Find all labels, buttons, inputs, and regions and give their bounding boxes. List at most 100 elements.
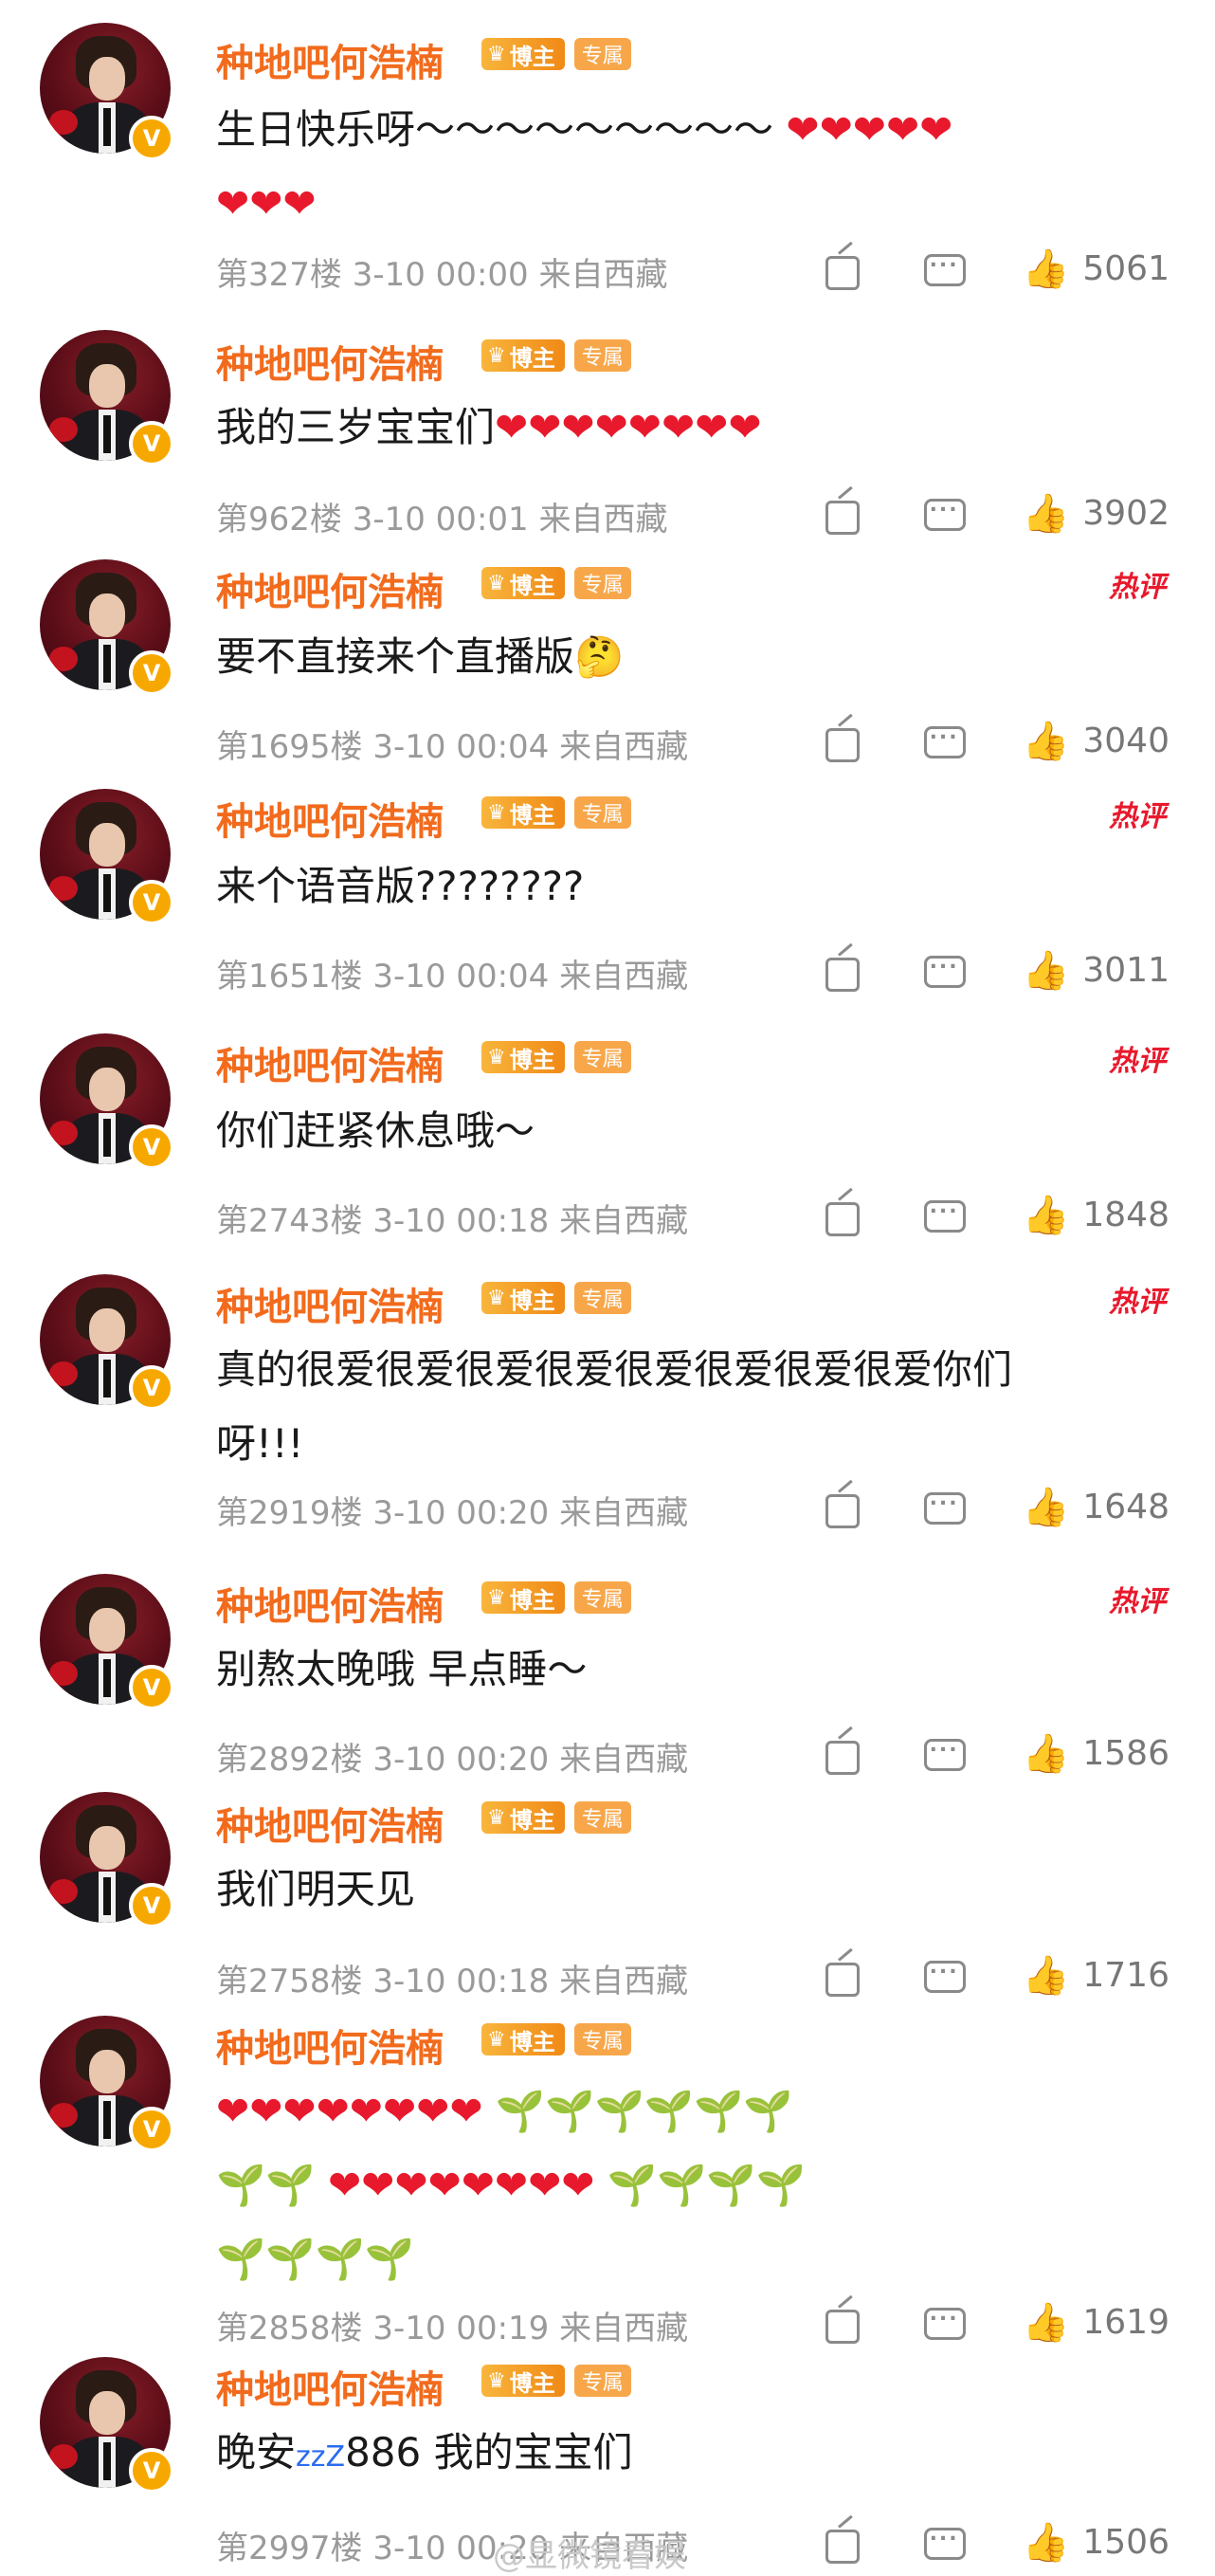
share-icon[interactable] — [822, 950, 863, 992]
blogger-badge: ♛ 博主 — [481, 1801, 565, 1834]
comment-actions: 👍 1716 — [822, 1953, 1170, 1998]
like-button[interactable]: 👍 1619 — [1023, 2300, 1170, 2345]
comment-icon[interactable] — [922, 721, 966, 762]
comment-icon[interactable] — [922, 950, 966, 992]
blogger-badge: ♛ 博主 — [481, 1282, 565, 1314]
exclusive-badge: 专属 — [573, 796, 631, 829]
share-icon[interactable] — [822, 2302, 863, 2344]
like-button[interactable]: 👍 1648 — [1023, 1485, 1170, 1529]
heart-emoji: ❤❤❤❤❤❤❤❤ — [327, 2162, 595, 2208]
comment-text: 别熬太晚哦 早点睡～ — [216, 1646, 588, 1692]
verified-icon: V — [129, 650, 174, 696]
comment-meta: 第1695楼 3-10 00:04 来自西藏 — [216, 728, 689, 766]
hot-comment-label: 热评 — [1109, 800, 1166, 833]
heart-emoji: ❤❤❤ — [216, 180, 317, 227]
sleep-zzz-emoji: zzZ — [296, 2440, 346, 2474]
comment-actions: 👍 1586 — [822, 1731, 1170, 1776]
like-count: 3040 — [1082, 722, 1170, 760]
username[interactable]: 种地吧何浩楠 — [216, 2018, 444, 2073]
like-button[interactable]: 👍 1716 — [1023, 1953, 1170, 1998]
sprout-emoji: 🌱🌱 — [216, 2162, 316, 2208]
comment-icon[interactable] — [922, 1487, 966, 1528]
username[interactable]: 种地吧何浩楠 — [216, 2359, 444, 2414]
share-icon[interactable] — [822, 1487, 863, 1528]
like-button[interactable]: 👍 3011 — [1023, 948, 1170, 993]
username[interactable]: 种地吧何浩楠 — [216, 561, 444, 616]
thumbs-up-icon: 👍 — [1022, 2301, 1070, 2345]
comment-text: 生日快乐呀～～～～～～～～～ ❤❤❤❤❤ ❤❤❤ — [216, 106, 953, 227]
like-button[interactable]: 👍 3040 — [1023, 719, 1170, 763]
crown-icon: ♛ — [487, 1585, 506, 1610]
comment-icon[interactable] — [922, 1195, 966, 1236]
heart-emoji: ❤❤❤❤❤❤❤❤ — [216, 2088, 483, 2134]
thumbs-up-icon: 👍 — [1022, 1486, 1070, 1529]
username[interactable]: 种地吧何浩楠 — [216, 32, 444, 87]
username[interactable]: 种地吧何浩楠 — [216, 1796, 444, 1851]
comment-meta: 第2892楼 3-10 00:20 来自西藏 — [216, 1741, 689, 1779]
share-icon[interactable] — [822, 1955, 863, 1997]
thumbs-up-icon: 👍 — [1022, 1732, 1070, 1776]
comment-actions: 👍 5061 — [822, 247, 1170, 291]
blogger-badge: ♛ 博主 — [481, 2023, 565, 2055]
exclusive-badge: 专属 — [573, 2023, 631, 2055]
like-count: 1848 — [1082, 1196, 1170, 1234]
like-button[interactable]: 👍 1506 — [1023, 2520, 1170, 2565]
user-badges: ♛ 博主 专属 — [481, 1801, 631, 1834]
like-count: 1716 — [1082, 1956, 1170, 1995]
comment-actions: 👍 1506 — [822, 2520, 1170, 2565]
like-button[interactable]: 👍 5061 — [1023, 247, 1170, 291]
username[interactable]: 种地吧何浩楠 — [216, 791, 444, 846]
share-icon[interactable] — [822, 1733, 863, 1775]
blogger-badge: ♛ 博主 — [481, 1581, 565, 1614]
crown-icon: ♛ — [487, 343, 506, 368]
like-count: 1619 — [1082, 2303, 1170, 2342]
comment-meta: 第962楼 3-10 00:01 来自西藏 — [216, 501, 668, 539]
username[interactable]: 种地吧何浩楠 — [216, 1576, 444, 1631]
comment-meta: 第327楼 3-10 00:00 来自西藏 — [216, 256, 668, 294]
share-icon[interactable] — [822, 248, 863, 290]
hot-comment-label: 热评 — [1109, 571, 1166, 604]
comment-text: 来个语音版???????? — [216, 863, 585, 909]
blogger-badge: ♛ 博主 — [481, 38, 565, 70]
comment-icon[interactable] — [922, 2302, 966, 2344]
comment-meta: 第2758楼 3-10 00:18 来自西藏 — [216, 1963, 689, 2001]
like-count: 1648 — [1082, 1488, 1170, 1526]
comment-icon[interactable] — [922, 1955, 966, 1997]
user-badges: ♛ 博主 专属 — [481, 38, 631, 70]
crown-icon: ♛ — [487, 2368, 506, 2393]
comment-text: 我们明天见 — [216, 1866, 416, 1912]
username[interactable]: 种地吧何浩楠 — [216, 1035, 444, 1090]
comment-icon[interactable] — [922, 248, 966, 290]
comment-icon[interactable] — [922, 493, 966, 535]
heart-emoji: ❤❤❤❤❤❤❤❤ — [495, 404, 762, 450]
crown-icon: ♛ — [487, 571, 506, 595]
like-count: 1586 — [1082, 1734, 1170, 1773]
share-icon[interactable] — [822, 721, 863, 762]
crown-icon: ♛ — [487, 2027, 506, 2052]
user-badges: ♛ 博主 专属 — [481, 2023, 631, 2055]
comment-meta: 第2858楼 3-10 00:19 来自西藏 — [216, 2310, 689, 2348]
crown-icon: ♛ — [487, 1045, 506, 1069]
like-button[interactable]: 👍 1586 — [1023, 1731, 1170, 1776]
verified-icon: V — [129, 2107, 174, 2152]
comment-icon[interactable] — [922, 1733, 966, 1775]
user-badges: ♛ 博主 专属 — [481, 567, 631, 599]
sprout-emoji: 🌱🌱🌱🌱🌱🌱 — [495, 2088, 793, 2134]
thumbs-up-icon: 👍 — [1022, 949, 1070, 993]
hot-comment-label: 热评 — [1109, 1585, 1166, 1618]
username[interactable]: 种地吧何浩楠 — [216, 334, 444, 389]
exclusive-badge: 专属 — [573, 1041, 631, 1073]
comment-icon[interactable] — [922, 2522, 966, 2564]
share-icon[interactable] — [822, 1195, 863, 1236]
crown-icon: ♛ — [487, 800, 506, 825]
like-button[interactable]: 👍 3902 — [1023, 491, 1170, 536]
comment-text: 晚安zzZ886 我的宝宝们 — [216, 2429, 633, 2476]
username[interactable]: 种地吧何浩楠 — [216, 1276, 444, 1331]
thinking-emoji: 🤔 — [574, 633, 625, 680]
user-badges: ♛ 博主 专属 — [481, 339, 631, 372]
share-icon[interactable] — [822, 2522, 863, 2564]
like-count: 3902 — [1082, 494, 1170, 533]
like-button[interactable]: 👍 1848 — [1023, 1193, 1170, 1237]
comment-actions: 👍 1619 — [822, 2300, 1170, 2345]
share-icon[interactable] — [822, 493, 863, 535]
